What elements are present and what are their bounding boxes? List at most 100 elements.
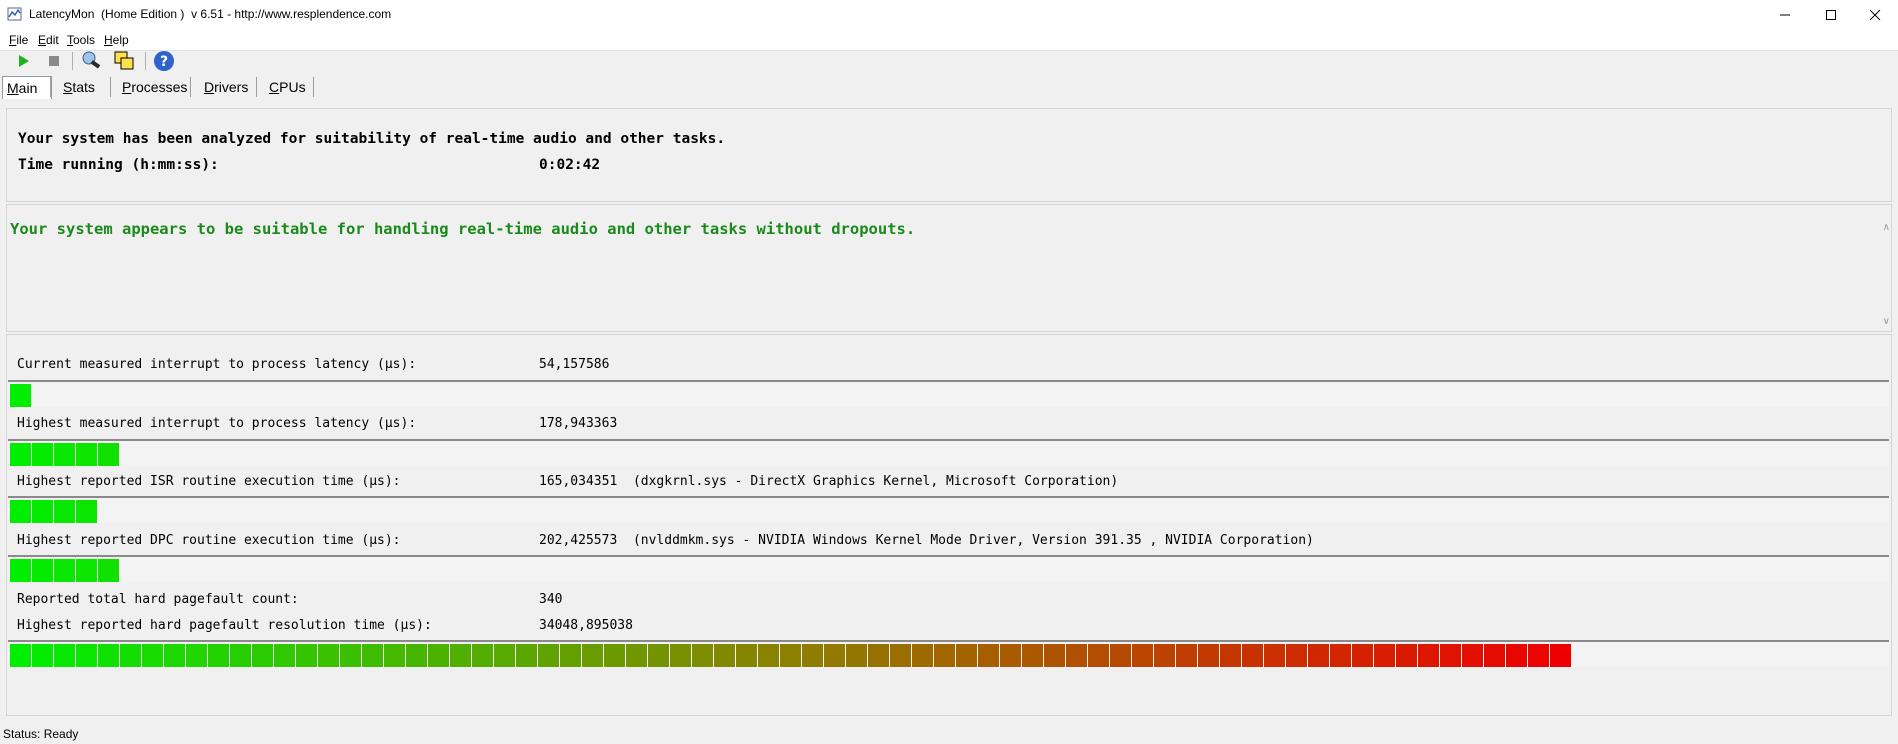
bar-segment [1440, 644, 1461, 667]
bar-segment [32, 559, 53, 582]
highest-latency-label: Highest measured interrupt to process la… [17, 416, 417, 431]
bar-segment [10, 500, 31, 523]
bar-segment [494, 644, 515, 667]
tab-separator [256, 77, 257, 97]
bar-segment [208, 644, 229, 667]
bar-segment [362, 644, 383, 667]
bar-segment [1528, 644, 1549, 667]
current-latency-value: 54,157586 [539, 357, 610, 372]
dpc-value: 202,425573 (nvlddmkm.sys - NVIDIA Window… [539, 533, 1314, 548]
summary-panel: Your system has been analyzed for suitab… [6, 108, 1892, 202]
help-icon: ? [154, 51, 174, 71]
bar-segment [1000, 644, 1021, 667]
stop-button[interactable] [42, 49, 66, 73]
bar-segment [252, 644, 273, 667]
bar-segment [1220, 644, 1241, 667]
bar-segment [890, 644, 911, 667]
tab-processes[interactable]: Processes [122, 76, 187, 98]
bar-segment [1286, 644, 1307, 667]
bar-segment [648, 644, 669, 667]
tab-strip: Main Stats Processes Drivers CPUs [0, 73, 1898, 101]
bar-segment [10, 559, 31, 582]
bar-segment [626, 644, 647, 667]
bar-segment [1308, 644, 1329, 667]
scroll-up-icon[interactable]: ∧ [1883, 222, 1890, 233]
title-bar: LatencyMon (Home Edition ) v 6.51 - http… [0, 0, 1898, 30]
bar-segment [1418, 644, 1439, 667]
current-latency-label: Current measured interrupt to process la… [17, 357, 417, 372]
bar-segment [846, 644, 867, 667]
help-button[interactable]: ? [152, 49, 176, 73]
bar-segment [560, 644, 581, 667]
windows-icon [114, 51, 134, 70]
bar-segment [978, 644, 999, 667]
bar-segment [274, 644, 295, 667]
bar-segment [406, 644, 427, 667]
bar-segment [32, 500, 53, 523]
toolbar-separator [145, 52, 146, 70]
bar-segment [10, 443, 31, 466]
time-running-label: Time running (h:mm:ss): [18, 157, 219, 173]
bar-segment [1110, 644, 1131, 667]
bar-segment [1550, 644, 1571, 667]
bar-segment [98, 559, 119, 582]
bar-segment [1506, 644, 1527, 667]
highest-latency-value: 178,943363 [539, 416, 618, 431]
stop-icon [49, 56, 59, 66]
bar-segment [76, 559, 97, 582]
tab-separator [313, 77, 314, 97]
bar-segment [428, 644, 449, 667]
bar-segment [868, 644, 889, 667]
isr-value: 165,034351 (dxgkrnl.sys - DirectX Graphi… [539, 474, 1119, 489]
tab-separator [50, 77, 51, 97]
tab-drivers[interactable]: Drivers [204, 76, 248, 98]
bar-segment [76, 500, 97, 523]
maximize-button[interactable] [1808, 0, 1854, 30]
tab-separator [110, 77, 111, 97]
bar-segment [1176, 644, 1197, 667]
windows-button[interactable] [112, 49, 136, 73]
dpc-detail: (nvlddmkm.sys - NVIDIA Windows Kernel Mo… [632, 533, 1314, 548]
tab-main[interactable]: Main [2, 76, 52, 99]
bar-segment [472, 644, 493, 667]
bar-segment [32, 644, 53, 667]
minimize-button[interactable] [1762, 0, 1808, 30]
tab-separator [190, 77, 191, 97]
bar-segment [802, 644, 823, 667]
toolbar: ? [0, 45, 1898, 75]
bar-segment [76, 443, 97, 466]
bar-segment [1264, 644, 1285, 667]
dpc-bar [8, 555, 1889, 582]
bar-segment [10, 384, 31, 407]
start-button[interactable] [11, 49, 35, 73]
bar-segment [1462, 644, 1483, 667]
current-latency-bar [8, 380, 1889, 407]
bar-segment [780, 644, 801, 667]
bar-segment [54, 500, 75, 523]
pagefault-count-value: 340 [539, 592, 563, 607]
bar-segment [142, 644, 163, 667]
tab-cpus[interactable]: CPUs [269, 76, 306, 98]
bar-segment [120, 644, 141, 667]
window-title: LatencyMon (Home Edition ) v 6.51 - http… [29, 7, 392, 21]
scroll-down-icon[interactable]: ∨ [1883, 316, 1890, 327]
bar-segment [1352, 644, 1373, 667]
bar-segment [604, 644, 625, 667]
status-text: Status: Ready [3, 727, 79, 741]
bar-segment [76, 644, 97, 667]
bar-segment [582, 644, 603, 667]
pagefault-time-bar [8, 640, 1889, 667]
pagefault-time-label: Highest reported hard pagefault resoluti… [17, 618, 432, 633]
drivers-button[interactable] [79, 49, 103, 73]
bar-segment [516, 644, 537, 667]
tab-stats[interactable]: Stats [63, 76, 95, 98]
app-icon [7, 7, 22, 21]
close-icon [1869, 9, 1881, 21]
close-button[interactable] [1852, 0, 1898, 30]
bar-segment [10, 644, 31, 667]
bar-segment [384, 644, 405, 667]
bar-segment [1396, 644, 1417, 667]
play-icon [19, 55, 29, 67]
bar-segment [54, 559, 75, 582]
bar-segment [1198, 644, 1219, 667]
